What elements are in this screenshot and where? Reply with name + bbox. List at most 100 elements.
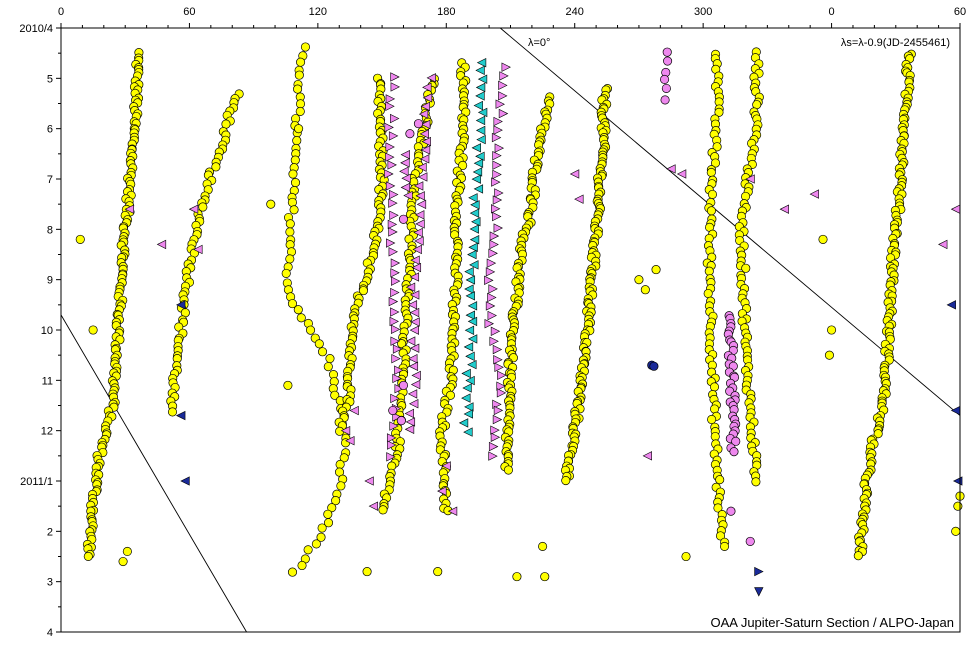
data-point: [323, 362, 333, 372]
data-point: [389, 210, 399, 220]
data-point: [754, 566, 764, 577]
chart: 0 60 120 180 240 300 0 60 2010/4 5 6 7 8 9 10 11 12 2011…: [19, 6, 966, 639]
data-point: [709, 382, 720, 392]
zero-line-label: λ=0°: [528, 37, 550, 49]
data-point: [118, 556, 128, 567]
data-point: [488, 284, 498, 294]
data-point: [492, 344, 503, 355]
data-point: [458, 418, 469, 428]
data-point: [336, 481, 346, 491]
data-point: [407, 389, 418, 399]
data-point: [818, 234, 828, 244]
data-point: [385, 101, 395, 111]
data-point: [494, 143, 505, 153]
data-point: [461, 368, 471, 379]
data-point: [295, 106, 305, 116]
x-axis-ticks: 0 60 120 180 240 300 0 60: [58, 6, 966, 28]
data-point: [317, 523, 327, 533]
data-point: [499, 71, 509, 81]
y-tick-label: 4: [47, 627, 53, 639]
data-point: [569, 169, 580, 179]
data-point: [180, 476, 190, 486]
data-point: [492, 414, 503, 425]
y-tick-label: 6: [47, 124, 53, 136]
data-point: [492, 211, 502, 222]
data-point: [389, 316, 399, 327]
data-point: [471, 174, 481, 184]
data-point: [473, 100, 483, 111]
data-point: [729, 447, 739, 457]
data-point: [323, 509, 333, 519]
data-point: [495, 99, 505, 109]
data-point: [946, 300, 956, 310]
data-points: [75, 42, 965, 597]
data-point: [661, 83, 671, 93]
data-point: [408, 354, 418, 364]
data-point: [492, 169, 502, 180]
y-tick-label: 11: [42, 375, 53, 387]
data-point: [574, 194, 584, 204]
data-point: [489, 231, 500, 241]
data-point: [491, 132, 502, 143]
data-point: [463, 409, 473, 419]
data-point: [745, 536, 755, 546]
data-point: [754, 587, 764, 597]
data-point: [221, 119, 231, 129]
data-point: [561, 476, 571, 486]
data-point: [950, 405, 961, 416]
data-point: [538, 541, 548, 551]
data-point: [390, 258, 401, 268]
data-point: [391, 353, 401, 364]
data-point: [494, 362, 504, 372]
data-point: [464, 284, 474, 294]
data-point: [409, 307, 420, 318]
data-point: [491, 177, 501, 187]
x-tick-label: 60: [183, 6, 195, 18]
data-point: [349, 405, 359, 416]
data-point: [292, 136, 302, 146]
data-point: [385, 142, 395, 152]
data-point: [498, 108, 509, 119]
data-point: [287, 197, 297, 207]
data-point: [475, 65, 485, 76]
data-point: [390, 287, 400, 298]
x-tick-label: 60: [954, 6, 966, 18]
data-point: [390, 113, 400, 124]
data-point: [493, 116, 503, 127]
data-point: [703, 288, 713, 299]
data-point: [283, 380, 293, 390]
data-point: [400, 158, 410, 168]
chart-credit: OAA Jupiter-Saturn Section / ALPO-Japan: [710, 615, 954, 630]
data-point: [462, 383, 472, 393]
x-tick-label: 240: [566, 6, 584, 18]
data-point: [303, 545, 313, 555]
data-point: [469, 208, 480, 218]
data-point: [408, 399, 419, 409]
data-point: [726, 506, 736, 516]
data-point: [493, 355, 503, 365]
data-point: [287, 567, 298, 577]
data-point: [706, 167, 716, 177]
data-point: [706, 206, 716, 216]
x-tick-label: 0: [58, 6, 64, 18]
data-point: [362, 567, 372, 577]
data-point: [314, 339, 324, 349]
data-point: [464, 325, 475, 335]
y-axis-ticks: 2010/4 5 6 7 8 9 10 11 12 2011/1 2 3 4: [19, 23, 61, 639]
data-point: [300, 42, 310, 52]
data-point: [400, 182, 411, 193]
data-point: [390, 72, 400, 82]
data-point: [484, 319, 494, 329]
data-point: [681, 551, 691, 562]
data-point: [640, 285, 650, 295]
data-point: [469, 260, 479, 270]
data-point: [293, 84, 303, 94]
data-point: [465, 351, 475, 362]
data-point: [492, 150, 502, 161]
data-point: [384, 169, 394, 179]
data-point: [493, 125, 503, 135]
data-point: [289, 205, 299, 215]
data-point: [411, 370, 421, 381]
data-point: [484, 275, 494, 285]
data-point: [285, 219, 295, 229]
